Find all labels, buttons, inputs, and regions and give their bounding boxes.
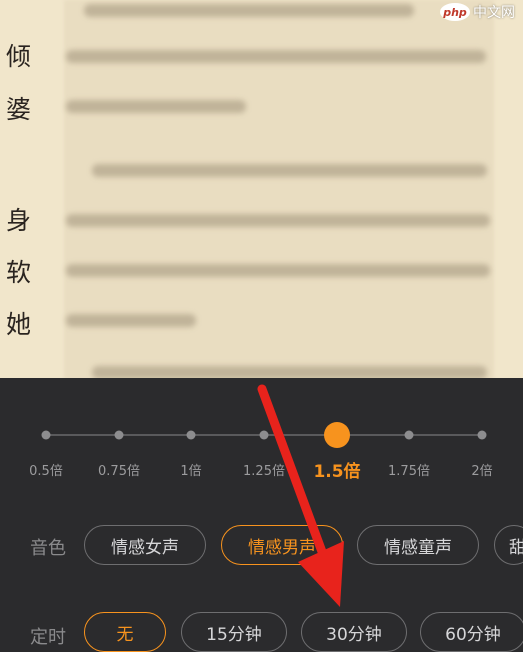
php-logo: php (440, 3, 470, 21)
blurred-text-line (92, 366, 487, 378)
speed-option-label-selected[interactable]: 1.5倍 (313, 457, 360, 482)
speed-tick[interactable] (114, 430, 124, 440)
timer-option-15min[interactable]: 15分钟 (181, 612, 287, 652)
speed-option-label[interactable]: 2倍 (471, 460, 492, 479)
blurred-text-line (84, 4, 414, 17)
speed-tick[interactable] (477, 430, 487, 440)
speed-option-label[interactable]: 1倍 (180, 460, 201, 479)
page-text-char: 她 (6, 310, 32, 339)
blurred-text-line (92, 164, 487, 177)
timer-option-60min[interactable]: 60分钟 (420, 612, 523, 652)
voice-row-label: 音色 (30, 538, 66, 559)
page-text-char: 婆 (6, 95, 32, 124)
blurred-text-line (66, 50, 486, 63)
page-text-char: 软 (6, 258, 32, 287)
page-text-char: 身 (6, 206, 32, 235)
voice-option-sweet[interactable]: 甜 (494, 525, 523, 565)
timer-row-label: 定时 (30, 627, 66, 648)
speed-tick[interactable] (186, 430, 196, 440)
voice-option-male-selected[interactable]: 情感男声 (221, 525, 343, 565)
speed-option-label[interactable]: 1.75倍 (388, 460, 430, 479)
timer-option-30min[interactable]: 30分钟 (301, 612, 407, 652)
speed-tick[interactable] (259, 430, 269, 440)
site-watermark: php 中文网 (440, 2, 515, 22)
voice-option-child[interactable]: 情感童声 (357, 525, 479, 565)
speed-option-label[interactable]: 0.75倍 (98, 460, 140, 479)
blurred-text-line (66, 100, 246, 113)
timer-option-none-selected[interactable]: 无 (84, 612, 166, 652)
voice-option-female[interactable]: 情感女声 (84, 525, 206, 565)
speed-tick[interactable] (404, 430, 414, 440)
page-text-char: 倾 (6, 42, 32, 71)
blurred-text-line (66, 214, 490, 227)
speed-tick[interactable] (41, 430, 51, 440)
speed-slider-knob[interactable] (324, 422, 350, 448)
speed-option-label[interactable]: 1.25倍 (243, 460, 285, 479)
speed-option-label[interactable]: 0.5倍 (29, 460, 63, 479)
blurred-text-line (66, 314, 196, 327)
reading-page: 倾 婆 身 软 她 php 中文网 (0, 0, 523, 378)
watermark-text: 中文网 (473, 5, 515, 21)
blurred-text-line (66, 264, 490, 277)
